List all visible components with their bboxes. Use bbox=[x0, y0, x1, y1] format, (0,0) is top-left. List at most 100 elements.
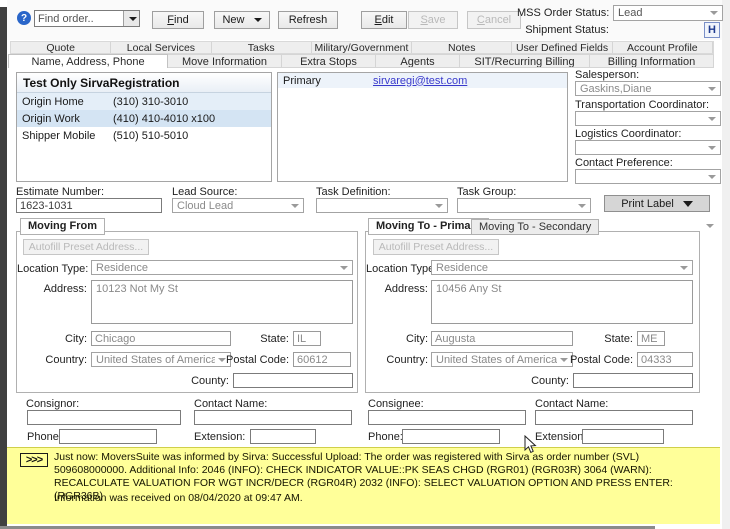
postal-code-input[interactable]: 04333 bbox=[637, 352, 693, 367]
chevron-down-icon bbox=[708, 175, 716, 179]
moving-from-tab[interactable]: Moving From bbox=[20, 218, 105, 235]
mss-order-status-label: MSS Order Status: bbox=[517, 7, 609, 19]
email-link[interactable]: sirvaregi@test.com bbox=[373, 75, 467, 87]
county-input[interactable] bbox=[233, 373, 353, 388]
consignor-input[interactable] bbox=[27, 410, 181, 425]
city-input[interactable]: Chicago bbox=[91, 331, 231, 346]
country-value: United States of America bbox=[96, 354, 215, 366]
chevron-down-icon bbox=[708, 117, 716, 121]
chevron-down-icon bbox=[708, 146, 716, 150]
shipment-status-h-button[interactable]: H bbox=[704, 22, 720, 38]
country-combo[interactable]: United States of America bbox=[91, 352, 231, 367]
moving-from-group: Autofill Preset Address... Location Type… bbox=[16, 231, 358, 393]
phone-label: Phone: bbox=[368, 431, 403, 443]
chevron-down-icon bbox=[129, 17, 137, 21]
mss-order-status-value: Lead bbox=[618, 7, 642, 19]
chevron-down-icon bbox=[683, 201, 693, 207]
location-type-combo[interactable]: Residence bbox=[431, 260, 693, 275]
email-row: Primary sirvaregi@test.com bbox=[278, 73, 567, 88]
tab-sit-recurring-billing[interactable]: SIT/Recurring Billing bbox=[460, 54, 590, 68]
tab-account-profile[interactable]: Account Profile bbox=[613, 42, 713, 53]
print-label-button[interactable]: Print Label bbox=[604, 195, 710, 212]
tab-tasks[interactable]: Tasks bbox=[212, 42, 312, 53]
tab-billing-information[interactable]: Billing Information bbox=[590, 54, 714, 68]
phone-row[interactable]: Origin Work (410) 410-4010 x100 bbox=[17, 110, 271, 127]
tab-strip-bottom: Name, Address, Phone Move Information Ex… bbox=[8, 54, 714, 68]
tab-notes[interactable]: Notes bbox=[412, 42, 512, 53]
postal-code-input[interactable]: 60612 bbox=[293, 352, 351, 367]
consignor-label: Consignor: bbox=[26, 398, 79, 410]
consignor-phone-input[interactable] bbox=[59, 429, 157, 444]
task-definition-combo[interactable] bbox=[316, 198, 448, 213]
lead-source-value: Cloud Lead bbox=[177, 200, 233, 212]
state-input[interactable]: IL bbox=[293, 331, 321, 346]
refresh-button-label: Refresh bbox=[289, 14, 328, 26]
new-button[interactable]: New bbox=[214, 11, 270, 29]
cancel-button[interactable]: Cancel bbox=[467, 11, 521, 29]
location-type-value: Residence bbox=[96, 262, 148, 274]
help-icon[interactable]: ? bbox=[17, 11, 31, 25]
phone-type-label: Origin Work bbox=[17, 113, 80, 125]
location-type-label: Location Type: bbox=[17, 263, 87, 275]
consignee-label: Consignee: bbox=[368, 398, 424, 410]
shipper-name-title: Test Only SirvaRegistration bbox=[17, 73, 271, 93]
consignor-contact-name-input[interactable] bbox=[194, 410, 352, 425]
address-textarea[interactable]: 10123 Not My St bbox=[91, 280, 353, 324]
tab-local-services[interactable]: Local Services bbox=[111, 42, 211, 53]
address-textarea[interactable]: 10456 Any St bbox=[431, 280, 693, 324]
phone-row[interactable]: Origin Home (310) 310-3010 bbox=[17, 93, 271, 110]
edit-button[interactable]: Edit bbox=[361, 11, 407, 29]
chevron-down-icon bbox=[710, 11, 718, 15]
shipment-status-label: Shipment Status: bbox=[517, 24, 609, 36]
moving-to-secondary-tab[interactable]: Moving To - Secondary bbox=[471, 219, 599, 235]
phone-type-label: Origin Home bbox=[17, 96, 84, 108]
consignee-phone-input[interactable] bbox=[402, 429, 500, 444]
country-combo[interactable]: United States of America bbox=[431, 352, 573, 367]
postal-code-label: Postal Code: bbox=[223, 354, 289, 366]
contact-name-label: Contact Name: bbox=[535, 398, 608, 410]
country-value: United States of America bbox=[436, 354, 557, 366]
state-input[interactable]: ME bbox=[637, 331, 665, 346]
contact-preference-combo[interactable] bbox=[575, 169, 721, 184]
location-type-value: Residence bbox=[436, 262, 488, 274]
autofill-preset-address-button[interactable]: Autofill Preset Address... bbox=[373, 239, 499, 255]
find-button-label: Find bbox=[167, 14, 188, 26]
chevron-down-icon bbox=[680, 266, 688, 270]
autofill-preset-address-button[interactable]: Autofill Preset Address... bbox=[23, 239, 149, 255]
city-label: City: bbox=[37, 333, 87, 345]
tab-move-information[interactable]: Move Information bbox=[168, 54, 282, 68]
combo-arrow-button[interactable] bbox=[123, 11, 139, 26]
task-group-combo[interactable] bbox=[457, 198, 591, 213]
save-button[interactable]: Save bbox=[408, 11, 458, 29]
consignor-extension-input[interactable] bbox=[250, 429, 316, 444]
location-type-combo[interactable]: Residence bbox=[91, 260, 353, 275]
tab-name-address-phone[interactable]: Name, Address, Phone bbox=[8, 54, 168, 68]
find-order-combo[interactable]: Find order.. bbox=[34, 10, 140, 27]
find-button[interactable]: Find bbox=[152, 11, 204, 29]
consignee-contact-name-input[interactable] bbox=[535, 410, 693, 425]
email-panel: Primary sirvaregi@test.com bbox=[277, 72, 568, 182]
mss-order-status-combo[interactable]: Lead bbox=[613, 5, 723, 21]
transportation-coordinator-combo[interactable] bbox=[575, 111, 721, 126]
estimate-number-input[interactable]: 1623-1031 bbox=[16, 198, 162, 213]
tab-extra-stops[interactable]: Extra Stops bbox=[282, 54, 376, 68]
salesperson-combo[interactable]: Gaskins,Diane bbox=[575, 81, 721, 96]
collapse-chevron-icon[interactable] bbox=[706, 224, 714, 228]
consignee-extension-input[interactable] bbox=[582, 429, 664, 444]
county-input[interactable] bbox=[573, 373, 693, 388]
notification-chevrons-icon[interactable]: >>> bbox=[20, 453, 48, 467]
logistics-coordinator-combo[interactable] bbox=[575, 140, 721, 155]
refresh-button[interactable]: Refresh bbox=[278, 11, 338, 29]
extension-label: Extension: bbox=[535, 431, 586, 443]
phone-row[interactable]: Shipper Mobile (510) 510-5010 bbox=[17, 127, 271, 144]
estimate-number-label: Estimate Number: bbox=[16, 186, 104, 198]
lead-source-combo[interactable]: Cloud Lead bbox=[172, 198, 304, 213]
window-left-edge bbox=[0, 7, 7, 529]
tab-user-defined-fields[interactable]: User Defined Fields bbox=[512, 42, 612, 53]
tab-military-government[interactable]: Military/Government bbox=[312, 42, 412, 53]
consignee-input[interactable] bbox=[368, 410, 526, 425]
phone-number: (510) 510-5010 bbox=[113, 130, 188, 142]
tab-agents[interactable]: Agents bbox=[376, 54, 460, 68]
city-input[interactable]: Augusta bbox=[431, 331, 573, 346]
tab-quote[interactable]: Quote bbox=[11, 42, 111, 53]
